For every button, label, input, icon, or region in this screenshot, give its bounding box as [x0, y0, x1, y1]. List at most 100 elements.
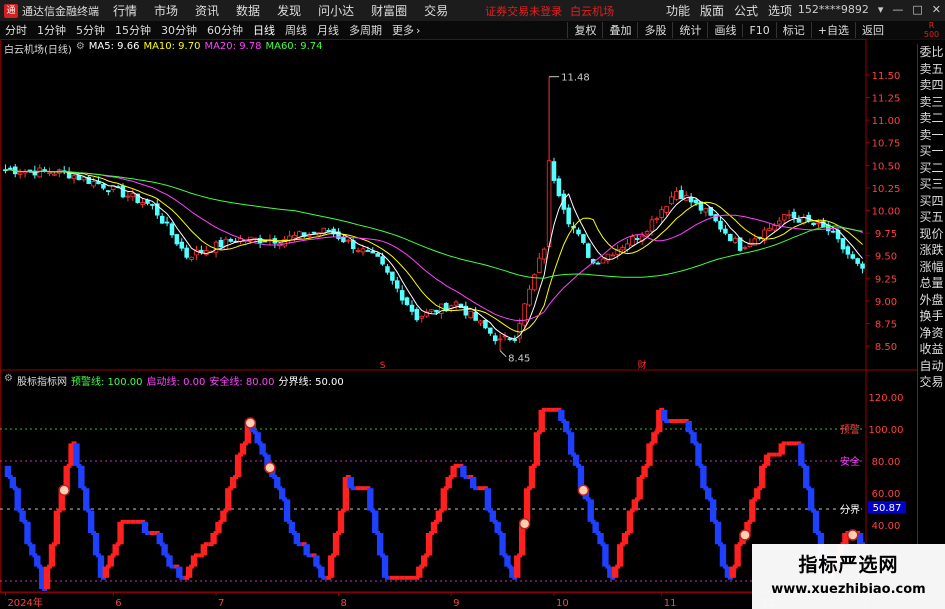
- candle[interactable]: [125, 195, 131, 198]
- candle[interactable]: [375, 253, 380, 257]
- candle[interactable]: [341, 236, 346, 243]
- candle[interactable]: [37, 167, 42, 178]
- candle[interactable]: [620, 247, 625, 251]
- minimize-icon[interactable]: —: [892, 3, 903, 16]
- candle[interactable]: [860, 263, 865, 269]
- period-weekly[interactable]: 周线: [285, 22, 307, 38]
- candle[interactable]: [27, 169, 33, 172]
- menu-trade[interactable]: 交易: [424, 2, 448, 19]
- candle[interactable]: [796, 218, 802, 223]
- signal-marker-icon[interactable]: [264, 462, 276, 474]
- candle[interactable]: [419, 315, 425, 319]
- dropdown-icon[interactable]: ▾: [878, 3, 884, 16]
- candle[interactable]: [767, 227, 772, 231]
- candle[interactable]: [399, 290, 405, 301]
- candle[interactable]: [522, 303, 527, 326]
- candle[interactable]: [395, 280, 400, 289]
- signal-marker-icon[interactable]: [847, 529, 859, 541]
- candle[interactable]: [483, 319, 488, 329]
- tool-f10[interactable]: F10: [742, 23, 775, 37]
- menu-layout[interactable]: 版面: [700, 2, 724, 19]
- sidebar-item-auto[interactable]: 自动: [918, 358, 945, 375]
- candle[interactable]: [218, 240, 224, 248]
- candle[interactable]: [159, 215, 165, 224]
- tool-draw[interactable]: 画线: [707, 22, 742, 38]
- candle[interactable]: [76, 174, 82, 181]
- tool-adjust[interactable]: 复权: [567, 22, 602, 38]
- candle[interactable]: [845, 246, 851, 255]
- candle[interactable]: [781, 214, 787, 221]
- candle[interactable]: [649, 219, 655, 232]
- candle[interactable]: [228, 238, 234, 242]
- candle[interactable]: [497, 338, 503, 341]
- candle[interactable]: [189, 256, 194, 260]
- candle[interactable]: [150, 204, 155, 206]
- sidebar-item-change[interactable]: 涨跌: [918, 242, 945, 259]
- candle[interactable]: [179, 241, 185, 249]
- sidebar-item-trade[interactable]: 交易: [918, 374, 945, 391]
- candle[interactable]: [42, 169, 47, 172]
- candle[interactable]: [17, 172, 23, 175]
- candle[interactable]: [478, 320, 483, 324]
- candle[interactable]: [659, 209, 665, 218]
- period-daily[interactable]: 日线: [253, 22, 275, 38]
- candle[interactable]: [130, 193, 136, 198]
- candle[interactable]: [488, 327, 493, 334]
- candle[interactable]: [390, 271, 395, 281]
- candle[interactable]: [566, 207, 571, 225]
- candle[interactable]: [732, 237, 738, 243]
- candle[interactable]: [199, 249, 204, 253]
- candle[interactable]: [664, 205, 669, 213]
- candle[interactable]: [581, 234, 586, 243]
- period-1min[interactable]: 1分钟: [37, 22, 66, 38]
- tool-overlay[interactable]: 叠加: [602, 22, 637, 38]
- menu-discover[interactable]: 发现: [277, 2, 301, 19]
- signal-marker-icon[interactable]: [518, 518, 531, 530]
- menu-formula[interactable]: 公式: [734, 2, 758, 19]
- candle[interactable]: [816, 222, 821, 225]
- candle[interactable]: [634, 238, 640, 240]
- candle[interactable]: [630, 236, 635, 246]
- sidebar-item-buy2[interactable]: 买二: [918, 160, 945, 177]
- candle[interactable]: [723, 228, 728, 234]
- sidebar-item-buy1[interactable]: 买一: [918, 143, 945, 160]
- sidebar-item-sell4[interactable]: 卖四: [918, 77, 945, 94]
- candle[interactable]: [326, 230, 331, 232]
- period-15min[interactable]: 15分钟: [115, 22, 151, 38]
- sidebar-item-price[interactable]: 现价: [918, 226, 945, 243]
- signal-marker-icon[interactable]: [577, 484, 590, 496]
- tool-add-watch[interactable]: +自选: [810, 22, 855, 38]
- candle[interactable]: [674, 191, 679, 200]
- candle[interactable]: [101, 183, 106, 189]
- sidebar-item-netasset[interactable]: 净资: [918, 325, 945, 342]
- candle[interactable]: [777, 220, 782, 225]
- menu-options[interactable]: 选项: [768, 2, 792, 19]
- candle[interactable]: [453, 301, 459, 306]
- candle[interactable]: [546, 160, 552, 247]
- candle[interactable]: [537, 257, 542, 273]
- menu-data[interactable]: 数据: [236, 2, 260, 19]
- candle[interactable]: [507, 338, 513, 340]
- candle[interactable]: [169, 223, 175, 236]
- account-label[interactable]: 152****9892: [798, 3, 869, 16]
- candle[interactable]: [586, 243, 591, 258]
- candle[interactable]: [385, 266, 390, 273]
- menu-ask[interactable]: 问小达: [318, 2, 354, 19]
- menu-wealth[interactable]: 财富圈: [371, 2, 407, 19]
- menu-quotes[interactable]: 行情: [113, 2, 137, 19]
- candle[interactable]: [693, 199, 699, 204]
- signal-marker-icon[interactable]: [58, 484, 70, 496]
- candle[interactable]: [120, 185, 126, 198]
- candle[interactable]: [679, 190, 684, 200]
- period-more[interactable]: 更多: [392, 22, 414, 38]
- candle[interactable]: [718, 220, 723, 230]
- candle[interactable]: [532, 274, 537, 291]
- candle[interactable]: [292, 235, 297, 239]
- candle[interactable]: [81, 176, 87, 181]
- candle[interactable]: [850, 254, 856, 259]
- candle[interactable]: [106, 190, 111, 193]
- candle[interactable]: [791, 211, 797, 219]
- candle[interactable]: [713, 214, 718, 222]
- candle[interactable]: [512, 339, 518, 341]
- tool-mark[interactable]: 标记: [775, 22, 811, 38]
